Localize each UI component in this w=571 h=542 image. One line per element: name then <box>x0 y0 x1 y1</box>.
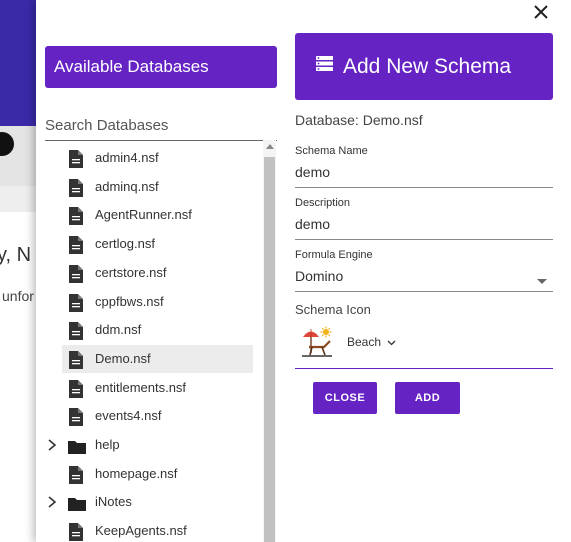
file-icon <box>68 322 84 341</box>
database-label: Database: Demo.nsf <box>295 112 423 128</box>
database-icon <box>316 56 333 71</box>
tree-item-label: homepage.nsf <box>95 465 178 481</box>
tree-item-label: admin4.nsf <box>95 150 159 165</box>
background-header <box>0 0 40 126</box>
file-icon <box>68 293 84 312</box>
add-button[interactable]: ADD <box>395 382 460 414</box>
description-input[interactable]: demo <box>295 216 553 240</box>
tree-item[interactable]: Demo.nsf <box>62 344 253 373</box>
tree-item-label: ddm.nsf <box>95 322 142 338</box>
scroll-thumb[interactable] <box>264 157 275 542</box>
formula-engine-select[interactable]: Domino <box>295 268 553 292</box>
tree-item-label: entitlements.nsf <box>95 379 187 395</box>
file-icon <box>68 379 84 398</box>
tree-folder[interactable]: iNotes <box>45 488 253 516</box>
file-icon <box>68 408 84 427</box>
background-title: y, N <box>0 244 32 266</box>
expand-chevron-icon[interactable] <box>46 495 58 509</box>
schema-icon-field[interactable]: Schema Icon Beach <box>295 302 553 369</box>
file-icon <box>68 178 84 197</box>
icon-select-value: Beach <box>347 335 382 349</box>
folder-icon <box>68 439 86 457</box>
tree-item-label: adminq.nsf <box>95 178 159 194</box>
add-new-schema-header: Add New Schema <box>295 33 553 100</box>
tree-item-label: certstore.nsf <box>95 264 167 280</box>
description-label: Description <box>295 197 351 209</box>
schema-header-title: Add New Schema <box>343 55 512 78</box>
tree-item[interactable]: certstore.nsf <box>45 259 253 287</box>
tree-item-label: Demo.nsf <box>95 350 151 366</box>
file-icon <box>68 523 84 542</box>
formula-engine-field[interactable]: Formula Engine Domino <box>295 249 553 292</box>
tree-folder[interactable]: help <box>45 431 253 459</box>
tree-item[interactable]: AgentRunner.nsf <box>45 201 253 229</box>
schema-name-input[interactable]: demo <box>295 164 553 188</box>
file-icon <box>68 150 84 168</box>
tree-item-label: KeepAgents.nsf <box>95 523 187 539</box>
file-icon <box>68 350 84 369</box>
file-icon <box>68 264 84 283</box>
tree-item-label: iNotes <box>95 494 132 510</box>
tree-item[interactable]: adminq.nsf <box>45 173 253 201</box>
close-icon[interactable] <box>531 2 551 22</box>
background-subtitle: unfor <box>2 288 34 304</box>
tree-item-label: cppfbws.nsf <box>95 293 164 309</box>
tree-item-label: AgentRunner.nsf <box>95 207 192 223</box>
chevron-down-icon[interactable] <box>387 340 396 346</box>
scroll-up-arrow-icon[interactable] <box>266 144 274 149</box>
description-field[interactable]: Description demo <box>295 197 553 240</box>
formula-engine-label: Formula Engine <box>295 249 373 261</box>
search-databases[interactable] <box>45 114 277 141</box>
file-icon <box>68 207 84 226</box>
tree-item[interactable]: events4.nsf <box>45 402 253 430</box>
close-button[interactable]: CLOSE <box>313 382 377 414</box>
background-strip <box>0 186 40 212</box>
tree-item-label: certlog.nsf <box>95 236 155 252</box>
folder-icon <box>68 496 86 514</box>
file-icon <box>68 465 84 484</box>
schema-icon-label: Schema Icon <box>295 302 371 317</box>
tree-item[interactable]: homepage.nsf <box>45 460 253 488</box>
database-tree: admin4.nsf adminq.nsf AgentRunner.nsf certl… <box>45 140 277 542</box>
add-schema-dialog: Available Databases admin4.nsf adminq.nsf… <box>36 0 571 542</box>
file-icon <box>68 236 84 255</box>
available-databases-header: Available Databases <box>45 46 277 88</box>
tree-item[interactable]: entitlements.nsf <box>45 374 253 402</box>
tree-item-label: help <box>95 437 120 452</box>
search-input[interactable] <box>45 114 277 136</box>
tree-item-label: events4.nsf <box>95 408 162 424</box>
icon-select[interactable]: Beach <box>347 335 396 349</box>
tree-item[interactable]: KeepAgents.nsf <box>45 517 253 542</box>
schema-name-field[interactable]: Schema Name demo <box>295 145 553 188</box>
tree-item[interactable]: ddm.nsf <box>45 316 253 344</box>
dropdown-caret-icon[interactable] <box>537 279 547 284</box>
tree-item[interactable]: cppfbws.nsf <box>45 288 253 316</box>
schema-name-label: Schema Name <box>295 145 368 157</box>
beach-icon <box>302 326 332 357</box>
tree-scrollbar[interactable] <box>263 140 276 542</box>
tree-item[interactable]: admin4.nsf <box>45 144 253 172</box>
expand-chevron-icon[interactable] <box>46 438 58 452</box>
tree-item[interactable]: certlog.nsf <box>45 230 253 258</box>
